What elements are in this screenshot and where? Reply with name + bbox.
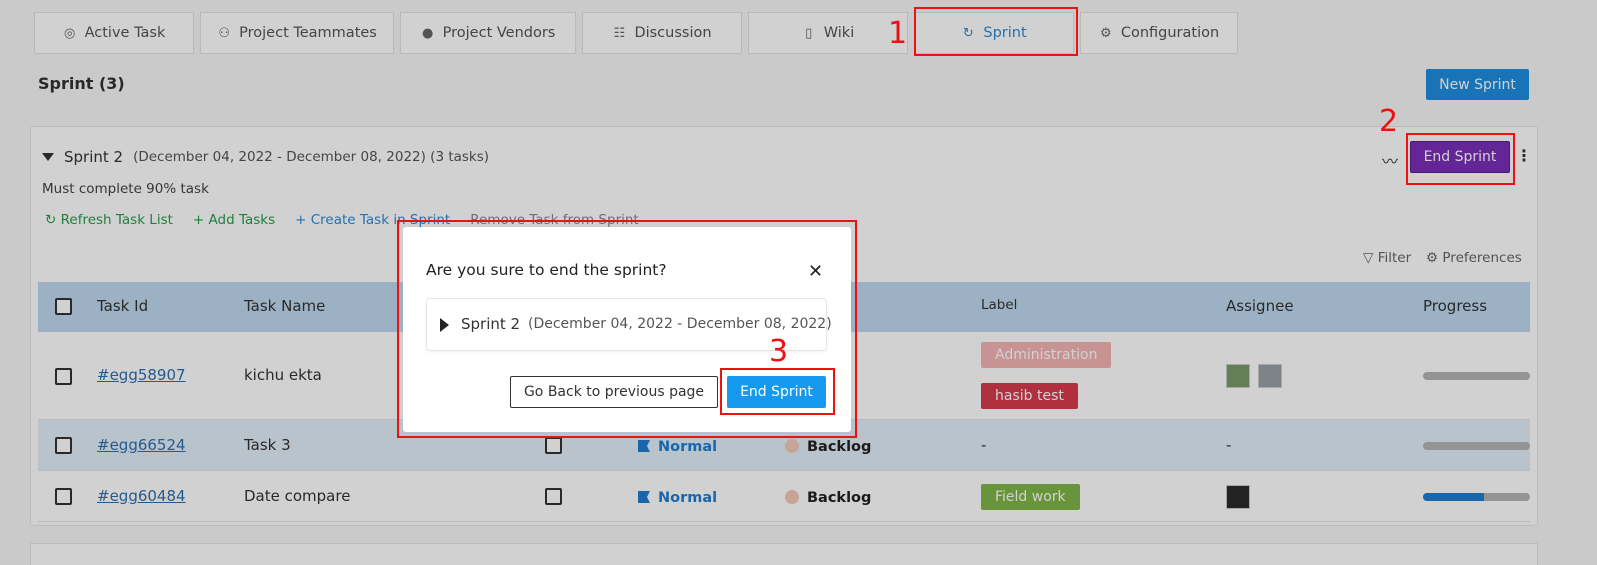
annotation-number-1: 1 — [888, 16, 908, 51]
annotation-number-3: 3 — [769, 334, 789, 369]
annotation-box-1 — [914, 7, 1078, 56]
annotation-number-2: 2 — [1379, 104, 1399, 139]
annotation-box-2 — [1406, 133, 1515, 185]
annotation-box-3 — [720, 368, 835, 415]
